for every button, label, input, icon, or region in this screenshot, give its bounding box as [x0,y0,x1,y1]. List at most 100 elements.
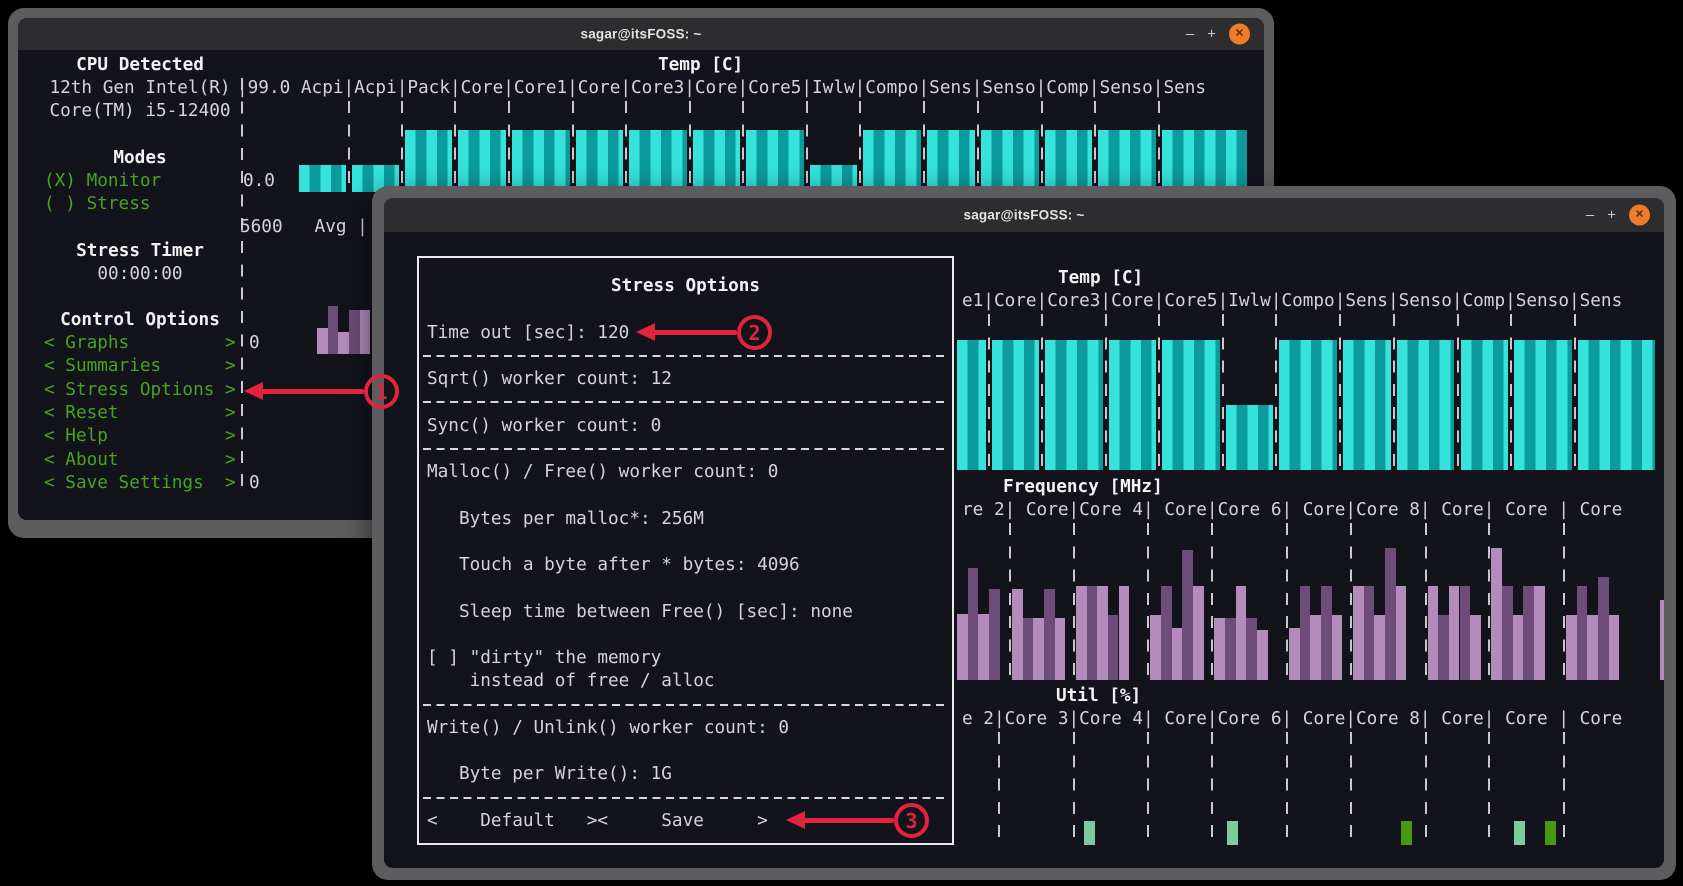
column-separator [348,101,350,192]
field-write-workers[interactable]: Write() / Unlink() worker count: 0 [427,717,789,740]
column-separator [1350,523,1352,680]
cpu-model-line2: Core(TM) i5-12400 [44,100,236,123]
freq-bar [1055,618,1066,680]
dialog-separator [423,401,948,403]
freq-bar [1119,586,1130,680]
close-button[interactable]: ✕ [1229,24,1250,45]
default-button[interactable]: < Default > [427,811,597,831]
freq-scale-zero: 0 [249,332,260,355]
menu-item-help[interactable]: < Help > [44,425,236,448]
dialog-separator [423,704,948,706]
column-separator [998,732,1000,845]
stress-timer-value: 00:00:00 [44,263,236,286]
dialog-button-row: < Default >< Save > [427,810,768,833]
freq-bar [1246,618,1257,680]
temp-bar [863,130,921,192]
column-separator [1073,732,1075,845]
menu-item-save-settings[interactable]: < Save Settings > [44,472,236,495]
maximize-button[interactable]: + [1207,27,1216,42]
mode-stress-radio[interactable]: ( ) Stress [44,193,151,216]
temp-bar [1109,340,1156,470]
freq-bar [978,614,989,680]
temp-bar [1162,340,1220,470]
column-separator [1041,101,1043,192]
titlebar[interactable]: sagar@itsFOSS: ~ – + ✕ [384,198,1664,232]
close-button[interactable]: ✕ [1629,205,1650,226]
field-sleep-time[interactable]: Sleep time between Free() [sec]: none [427,601,853,624]
field-sync-workers[interactable]: Sync() worker count: 0 [427,415,661,438]
column-separator [742,101,744,192]
freq-bar [968,568,979,680]
util-bar [1227,821,1238,845]
freq-bar [1097,586,1108,680]
temp-chart-title-back: Temp [C] [658,54,743,77]
freq-bar [1364,586,1375,680]
field-malloc-workers[interactable]: Malloc() / Free() worker count: 0 [427,461,778,484]
menu-item-reset[interactable]: < Reset > [44,402,236,425]
menu-item-stress-options[interactable]: < Stress Options > [44,379,236,402]
freq-bar [957,614,968,680]
stress-timer-heading: Stress Timer [44,240,236,263]
checkbox-dirty-memory-caption: instead of free / alloc [427,670,715,693]
field-sqrt-workers[interactable]: Sqrt() worker count: 12 [427,368,672,391]
terminal-window-front: sagar@itsFOSS: ~ – + ✕ Temp [C] e1|Core|… [372,186,1676,880]
temp-bar [629,130,687,192]
column-separator [572,101,574,192]
column-separator [1211,523,1213,680]
temp-bar [1045,130,1092,192]
temp-bar [1461,340,1508,470]
temp-bar [927,130,974,192]
column-separator [1158,101,1160,192]
column-separator [1393,314,1395,470]
column-separator [454,101,456,192]
mode-monitor-radio[interactable]: (X) Monitor [44,170,161,193]
util-bar [1401,821,1412,845]
temp-chart-header: e1|Core|Core3|Core|Core5|Iwlw|Compo|Sens… [962,290,1622,313]
control-options-heading: Control Options [44,309,236,332]
temp-bar [1162,130,1247,192]
minimize-button[interactable]: – [1586,208,1594,223]
maximize-button[interactable]: + [1607,208,1616,223]
freq-bar [317,328,328,354]
column-separator [859,101,861,192]
temp-bar [693,130,740,192]
menu-item-summaries[interactable]: < Summaries > [44,355,236,378]
menu-item-about[interactable]: < About > [44,449,236,472]
freq-bar [1660,600,1664,680]
freq-bar [1172,628,1183,680]
field-bytes-per-write[interactable]: Byte per Write(): 1G [427,763,672,786]
column-separator [1425,732,1427,845]
column-separator [1488,732,1490,845]
checkbox-dirty-memory[interactable]: [ ] "dirty" the memory [427,647,661,670]
dialog-separator [423,448,948,450]
freq-bar [1289,628,1300,680]
minimize-button[interactable]: – [1186,27,1194,42]
field-touch-byte[interactable]: Touch a byte after * bytes: 4096 [427,554,800,577]
freq-bar [360,310,371,354]
freq-bar [1502,586,1513,680]
freq-bar [1396,586,1407,680]
field-timeout[interactable]: Time out [sec]: 120 [427,322,629,345]
column-separator [977,101,979,192]
freq-bar [1076,586,1087,680]
temp-scale-min: 0.0 [243,170,275,193]
menu-item-graphs[interactable]: < Graphs > [44,332,236,355]
freq-bar [1470,615,1481,680]
temp-bar [1578,340,1655,470]
temp-bar [1226,405,1273,470]
titlebar[interactable]: sagar@itsFOSS: ~ – + ✕ [18,18,1264,50]
field-bytes-per-malloc[interactable]: Bytes per malloc*: 256M [427,508,704,531]
column-separator [923,101,925,192]
column-separator [1211,732,1213,845]
freq-bar [1428,586,1439,680]
freq-bar [1236,586,1247,680]
freq-bar [1257,630,1268,680]
temp-chart-header-back: |99.0 Acpi|Acpi|Pack|Core|Core1|Core|Cor… [237,77,1206,100]
close-icon: ✕ [1635,210,1644,221]
column-separator [1105,314,1107,470]
column-separator [1275,314,1277,470]
column-separator [1574,314,1576,470]
column-separator [1094,101,1096,192]
column-separator [1286,732,1288,845]
save-button[interactable]: < Save > [597,811,767,831]
